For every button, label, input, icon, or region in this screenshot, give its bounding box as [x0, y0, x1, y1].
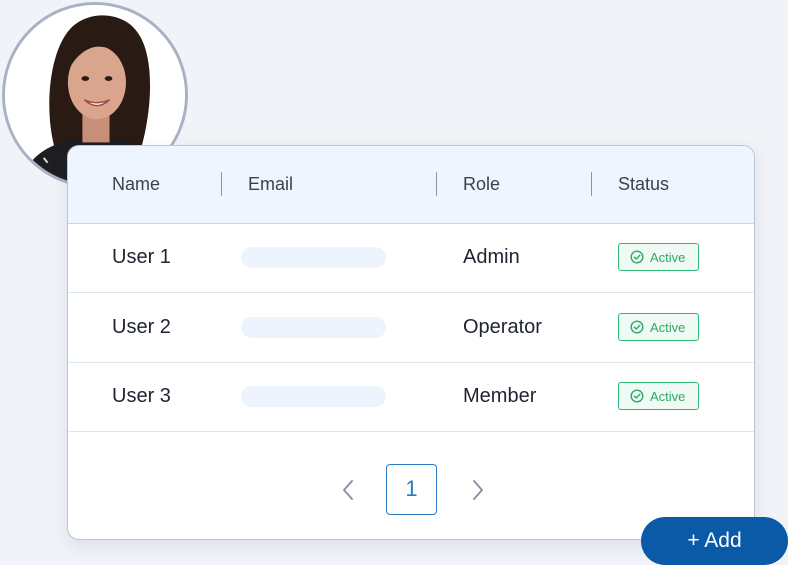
email-placeholder [241, 386, 386, 407]
users-table-card: Name Email Role Status User 1 Admin Acti… [67, 145, 755, 540]
user-role: Admin [463, 246, 520, 268]
pagination: 1 [68, 464, 754, 516]
check-circle-icon [630, 389, 644, 403]
table-row[interactable]: User 3 Member Active [68, 362, 754, 432]
column-divider [221, 172, 222, 196]
chevron-left-icon[interactable] [338, 478, 358, 502]
check-circle-icon [630, 250, 644, 264]
column-divider [591, 172, 592, 196]
status-badge: Active [618, 243, 699, 271]
status-label: Active [650, 319, 686, 335]
user-name: User 2 [112, 316, 171, 338]
add-user-button[interactable]: + Add [641, 517, 788, 565]
table-header: Name Email Role Status [68, 146, 754, 224]
page-number-current[interactable]: 1 [386, 464, 437, 515]
column-divider [436, 172, 437, 196]
email-placeholder [241, 317, 386, 338]
user-role: Member [463, 385, 537, 407]
status-badge: Active [618, 382, 699, 410]
user-name: User 1 [112, 246, 171, 268]
table-row[interactable]: User 2 Operator Active [68, 293, 754, 363]
check-circle-icon [630, 320, 644, 334]
column-header-name[interactable]: Name [112, 146, 160, 223]
status-label: Active [650, 249, 686, 265]
column-header-status[interactable]: Status [618, 146, 669, 223]
table-row[interactable]: User 1 Admin Active [68, 223, 754, 293]
status-label: Active [650, 388, 686, 404]
chevron-right-icon[interactable] [468, 478, 488, 502]
user-role: Operator [463, 316, 542, 338]
user-name: User 3 [112, 385, 171, 407]
email-placeholder [241, 247, 386, 268]
status-badge: Active [618, 313, 699, 341]
column-header-role[interactable]: Role [463, 146, 500, 223]
column-header-email[interactable]: Email [248, 146, 293, 223]
